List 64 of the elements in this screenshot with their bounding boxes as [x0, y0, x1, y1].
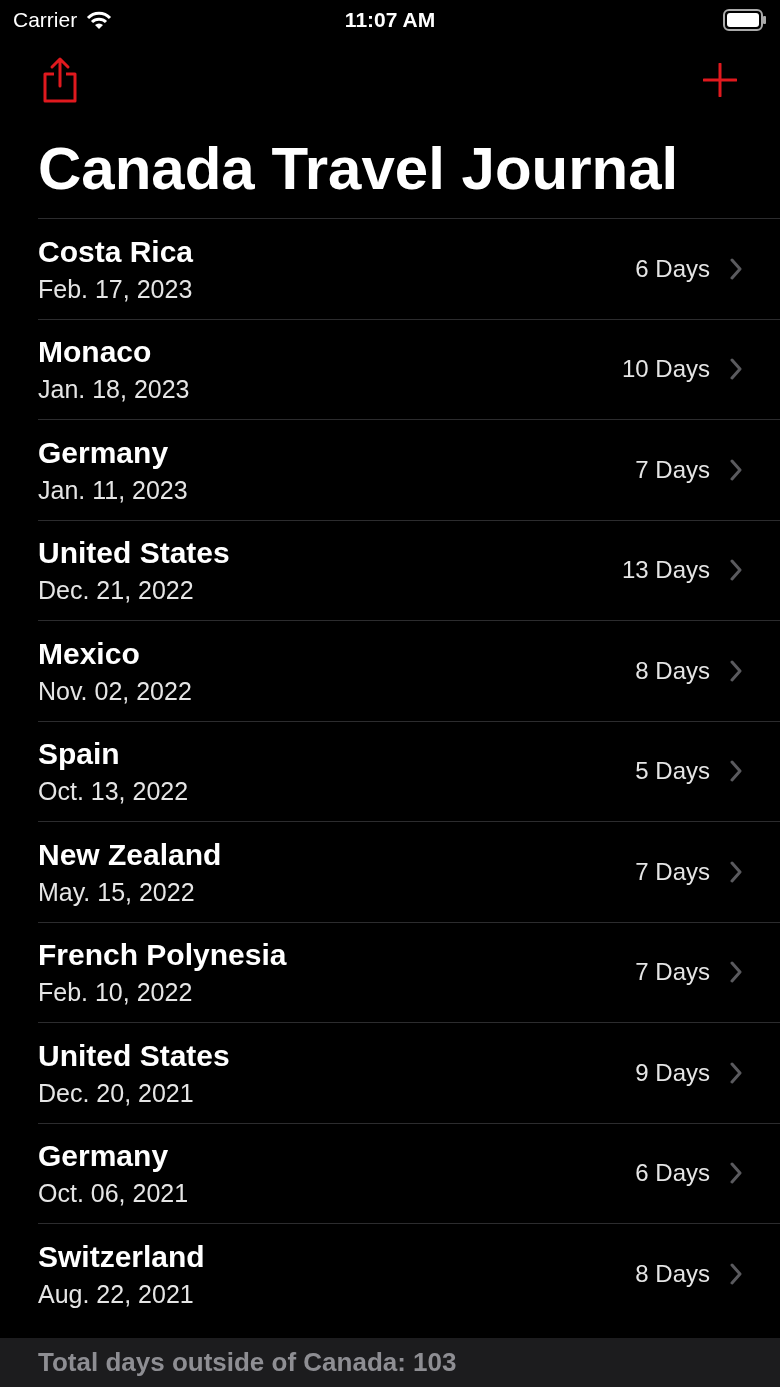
trip-row[interactable]: Germany Oct. 06, 2021 6 Days: [38, 1122, 780, 1223]
trip-duration: 7 Days: [635, 856, 710, 887]
page-title: Canada Travel Journal: [38, 139, 679, 199]
plus-icon: [703, 63, 737, 97]
chevron-icon: [730, 559, 742, 582]
trip-duration: 7 Days: [635, 957, 710, 988]
trip-row[interactable]: United States Dec. 21, 2022 13 Days: [38, 519, 780, 620]
trip-date: Dec. 21, 2022: [38, 575, 195, 607]
trip-date: Oct. 13, 2022: [38, 776, 189, 808]
chevron-icon: [730, 659, 742, 682]
trip-row[interactable]: Monaco Jan. 18, 2023 10 Days: [38, 318, 780, 419]
country-name: United States: [38, 1037, 230, 1074]
chevron-icon: [730, 1061, 742, 1084]
trip-duration: 6 Days: [635, 1158, 710, 1189]
chevron-icon: [730, 860, 742, 883]
trip-row[interactable]: Costa Rica Feb. 17, 2023 6 Days: [38, 218, 780, 319]
clock-time: 11:07 AM: [344, 7, 436, 34]
trip-date: May. 15, 2022: [38, 876, 196, 908]
trip-date: Jan. 11, 2023: [38, 474, 188, 506]
trip-row[interactable]: United States Dec. 20, 2021 9 Days: [38, 1022, 780, 1123]
country-name: Germany: [38, 1138, 170, 1175]
trip-date: Feb. 17, 2023: [38, 273, 194, 305]
country-name: Mexico: [38, 635, 141, 672]
trip-duration: 6 Days: [635, 253, 710, 284]
country-name: Switzerland: [38, 1238, 205, 1275]
trip-duration: 7 Days: [635, 454, 710, 485]
country-name: Costa Rica: [38, 233, 194, 270]
trip-date: Oct. 06, 2021: [38, 1178, 189, 1210]
country-name: Monaco: [38, 334, 153, 371]
trip-duration: 13 Days: [621, 555, 710, 586]
trip-duration: 8 Days: [635, 1258, 710, 1289]
trip-date: Nov. 02, 2022: [38, 675, 192, 707]
battery-icon: [723, 9, 767, 31]
trip-row[interactable]: Mexico Nov. 02, 2022 8 Days: [38, 620, 780, 721]
trip-duration: 9 Days: [635, 1057, 710, 1088]
trip-date: Dec. 20, 2021: [38, 1077, 195, 1109]
trip-row[interactable]: Switzerland Aug. 22, 2021 8 Days: [38, 1223, 780, 1324]
trip-date: Feb. 10, 2022: [38, 977, 194, 1009]
carrier-name: Carrier: [13, 7, 78, 34]
trip-row[interactable]: New Zealand May. 15, 2022 7 Days: [38, 821, 780, 922]
country-name: Germany: [38, 434, 170, 471]
chevron-icon: [730, 1162, 742, 1185]
trip-date: Aug. 22, 2021: [38, 1278, 195, 1310]
add-button[interactable]: [700, 60, 740, 100]
chevron-icon: [730, 257, 742, 280]
trip-row[interactable]: French Polynesia Feb. 10, 2022 7 Days: [38, 921, 780, 1022]
country-name: Spain: [38, 736, 121, 773]
trip-date: Jan. 18, 2023: [38, 374, 190, 406]
chevron-icon: [730, 1262, 742, 1285]
trip-row[interactable]: Spain Oct. 13, 2022 5 Days: [38, 720, 780, 821]
share-icon: [41, 56, 79, 104]
country-name: New Zealand: [38, 836, 222, 873]
trip-duration: 8 Days: [635, 655, 710, 686]
chevron-icon: [730, 961, 742, 984]
trip-duration: 10 Days: [621, 354, 710, 385]
wifi-icon: [85, 10, 114, 30]
trip-row[interactable]: Germany Jan. 11, 2023 7 Days: [38, 419, 780, 520]
trip-duration: 5 Days: [635, 756, 710, 787]
chevron-icon: [730, 358, 742, 381]
country-name: United States: [38, 535, 230, 572]
total-days-summary: Total days outside of Canada: 103: [38, 1346, 457, 1379]
chevron-icon: [730, 458, 742, 481]
country-name: French Polynesia: [38, 937, 287, 974]
chevron-icon: [730, 760, 742, 783]
